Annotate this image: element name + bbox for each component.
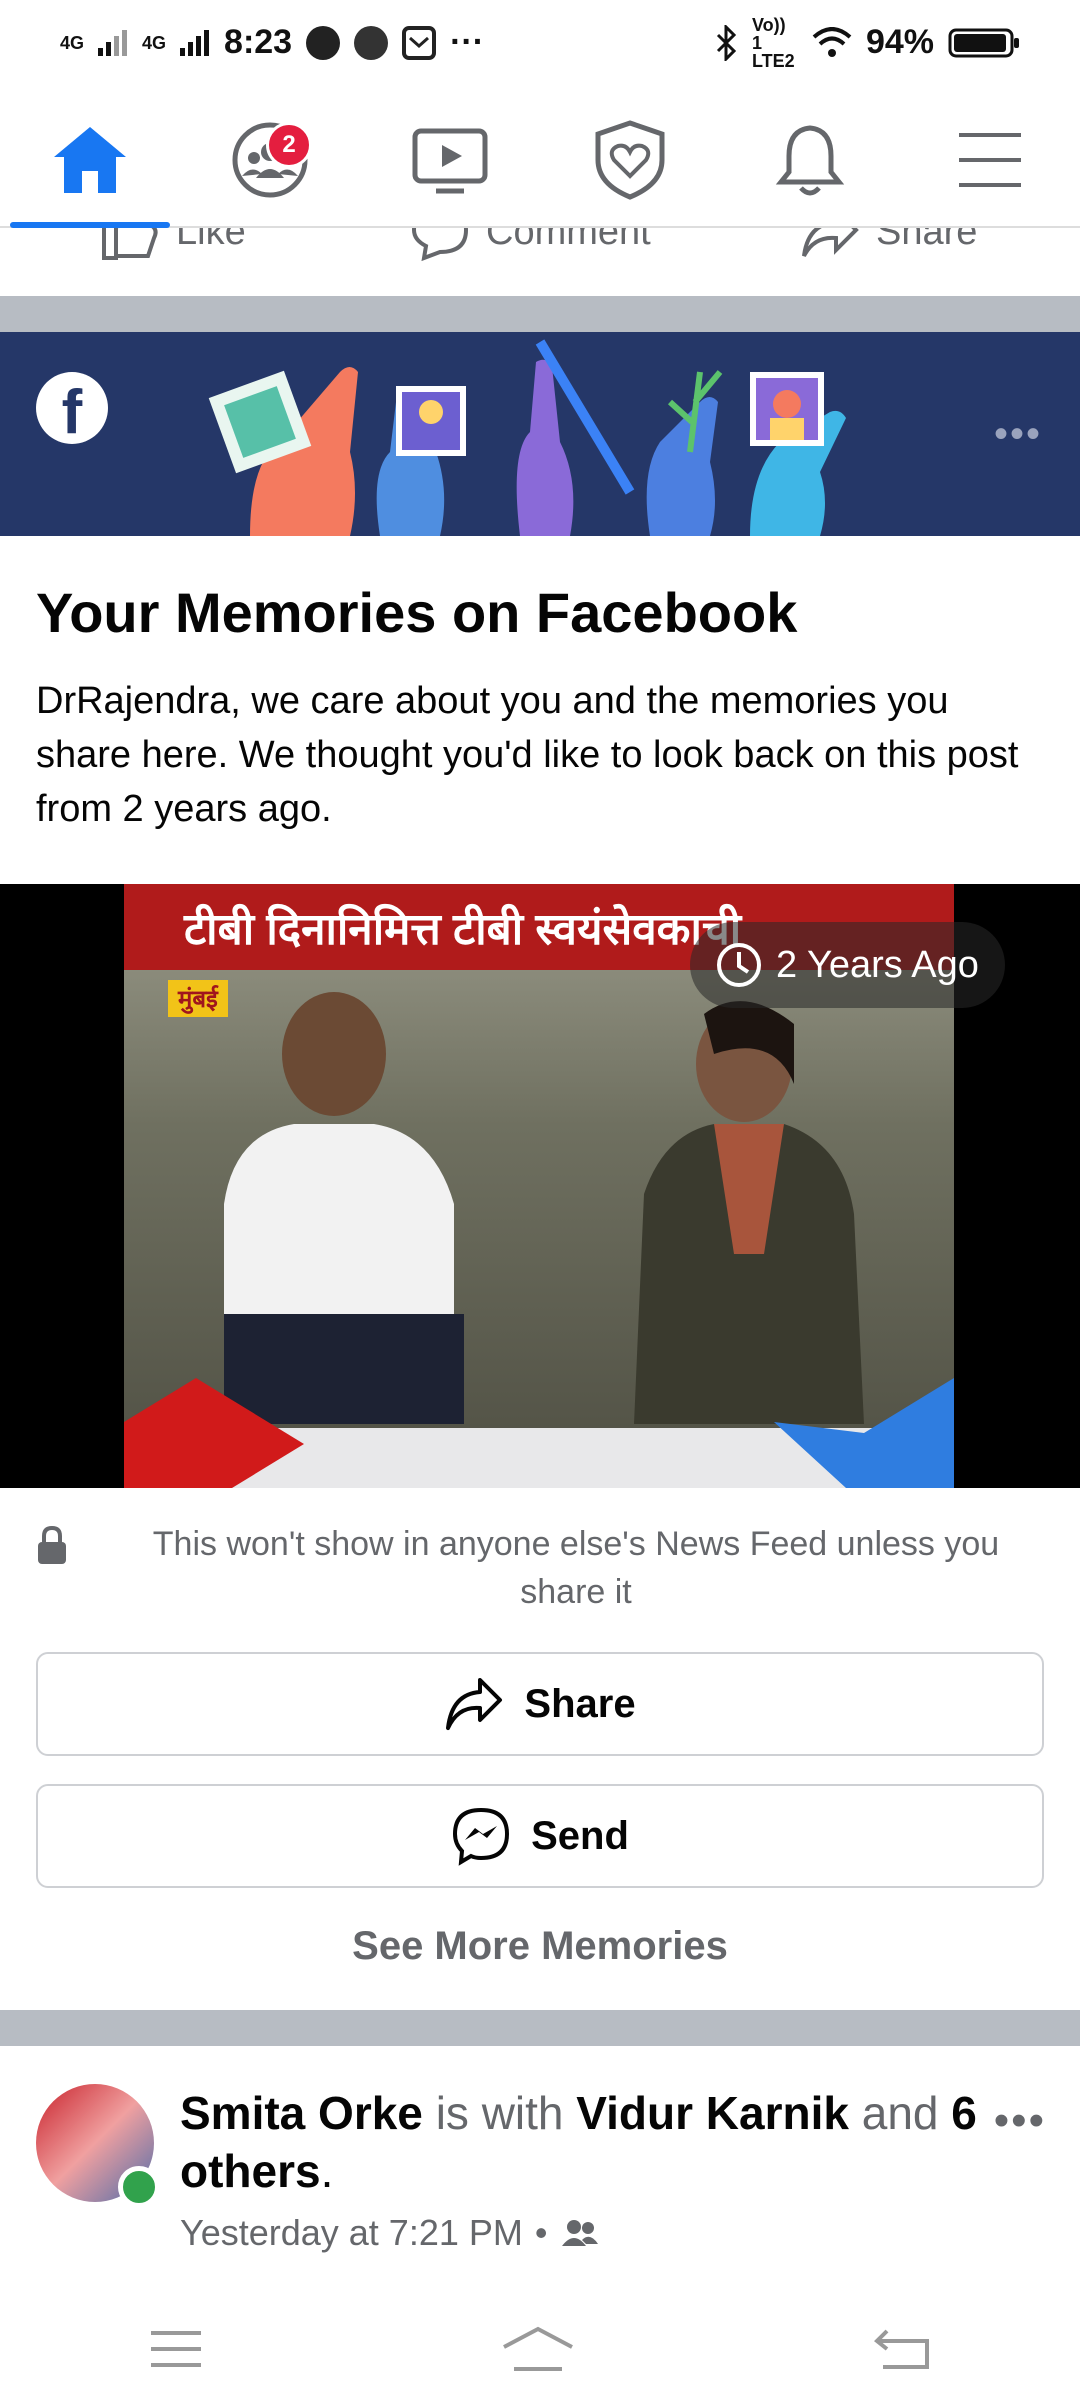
home-button-icon[interactable] — [502, 2325, 574, 2373]
share-arrow-icon — [802, 228, 859, 257]
messenger-icon — [453, 1807, 510, 1866]
battery-icon — [948, 28, 1019, 57]
years-ago-label: 2 Years Ago — [776, 943, 979, 986]
video-person-woman — [634, 1001, 864, 1424]
header-period: . — [320, 2145, 334, 2197]
nav-home-tab[interactable] — [30, 110, 150, 210]
recent-apps-icon[interactable] — [149, 2329, 203, 2369]
send-memory-button[interactable]: Send — [36, 1784, 1044, 1888]
online-indicator — [118, 2166, 160, 2208]
tagged-person[interactable]: Vidur Karnik — [576, 2087, 849, 2139]
comment-label: Comment — [486, 228, 651, 253]
system-nav-bar — [0, 2298, 1080, 2400]
meta-separator: • — [534, 2212, 548, 2253]
memories-illustration — [208, 339, 846, 536]
video-person-man — [224, 992, 464, 1424]
signal-bars-icon — [98, 29, 128, 56]
and-text: and — [861, 2087, 939, 2139]
memories-title: Your Memories on Facebook — [36, 581, 798, 644]
clock-icon — [717, 943, 761, 987]
post-meta: Yesterday at 7:21 PM • — [180, 2212, 600, 2254]
top-nav-bar: 2 — [0, 90, 1080, 228]
watch-icon — [412, 128, 488, 194]
nav-notifications-tab[interactable] — [750, 110, 870, 210]
send-memory-label: Send — [531, 1813, 629, 1858]
share-memory-label: Share — [524, 1681, 636, 1726]
status-bar: 4G 4G 8:23 ··· Vo)) 1 LTE2 94% — [0, 0, 1080, 85]
battery-percent: 94% — [865, 23, 934, 61]
comment-button[interactable]: Comment — [410, 228, 651, 262]
share-button-prev[interactable]: Share — [800, 228, 977, 262]
shield-heart-icon — [595, 120, 665, 200]
years-ago-badge: 2 Years Ago — [690, 922, 1005, 1008]
is-with-text: is with — [435, 2087, 564, 2139]
like-button[interactable]: Like — [100, 228, 246, 262]
signal-1-label: 4G — [60, 32, 85, 53]
share-memory-button[interactable]: Share — [36, 1652, 1044, 1756]
memories-banner: f ••• — [0, 332, 1080, 536]
nav-menu-tab[interactable] — [930, 110, 1050, 210]
home-icon — [54, 127, 126, 193]
facebook-logo-icon: f — [36, 372, 108, 444]
section-divider-2 — [0, 2010, 1080, 2046]
banner-more-icon[interactable]: ••• — [994, 412, 1042, 457]
menu-icon — [959, 133, 1021, 187]
wifi-icon — [812, 26, 852, 57]
nav-watch-tab[interactable] — [390, 110, 510, 210]
thumbs-up-icon — [102, 228, 158, 260]
back-button-icon[interactable] — [873, 2327, 931, 2371]
notification-app-icon — [306, 25, 341, 60]
nav-dating-tab[interactable] — [570, 110, 690, 210]
share-icon — [446, 1678, 503, 1730]
chrome-icon — [354, 25, 389, 60]
memory-video[interactable]: टीबी दिनानिमित्त टीबी स्वयंसेवकाची मुंबई… — [0, 884, 1080, 1488]
post-options-icon[interactable]: ••• — [994, 2096, 1046, 2146]
groups-badge: 2 — [266, 122, 312, 168]
privacy-note: This won't show in anyone else's News Fe… — [36, 1520, 1046, 1616]
post-header: Smita Orke is with Vidur Karnik and 6 ot… — [180, 2084, 980, 2200]
mail-icon — [402, 25, 437, 60]
volte-label: Vo)) 1 LTE2 — [751, 14, 795, 71]
share-label-prev: Share — [876, 228, 978, 253]
see-more-memories-link[interactable]: See More Memories — [0, 1924, 1080, 1969]
lock-icon — [38, 1526, 66, 1564]
more-notifications: ··· — [450, 23, 485, 61]
author-name[interactable]: Smita Orke — [180, 2087, 423, 2139]
like-label: Like — [176, 228, 246, 253]
previous-post-actions: Like Comment Share — [0, 228, 1080, 296]
comment-icon — [411, 228, 469, 262]
clock: 8:23 — [224, 23, 293, 61]
memories-description: DrRajendra, we care about you and the me… — [36, 680, 1019, 830]
bell-icon — [775, 125, 845, 196]
signal-bars-2-icon — [180, 29, 210, 56]
signal-2-label: 4G — [142, 32, 167, 53]
privacy-note-text: This won't show in anyone else's News Fe… — [152, 1525, 1000, 1611]
friends-audience-icon — [561, 2220, 598, 2246]
nav-groups-tab[interactable]: 2 — [210, 110, 330, 210]
post-timestamp[interactable]: Yesterday at 7:21 PM — [180, 2212, 523, 2254]
bluetooth-icon — [716, 24, 737, 61]
section-divider — [0, 296, 1080, 332]
